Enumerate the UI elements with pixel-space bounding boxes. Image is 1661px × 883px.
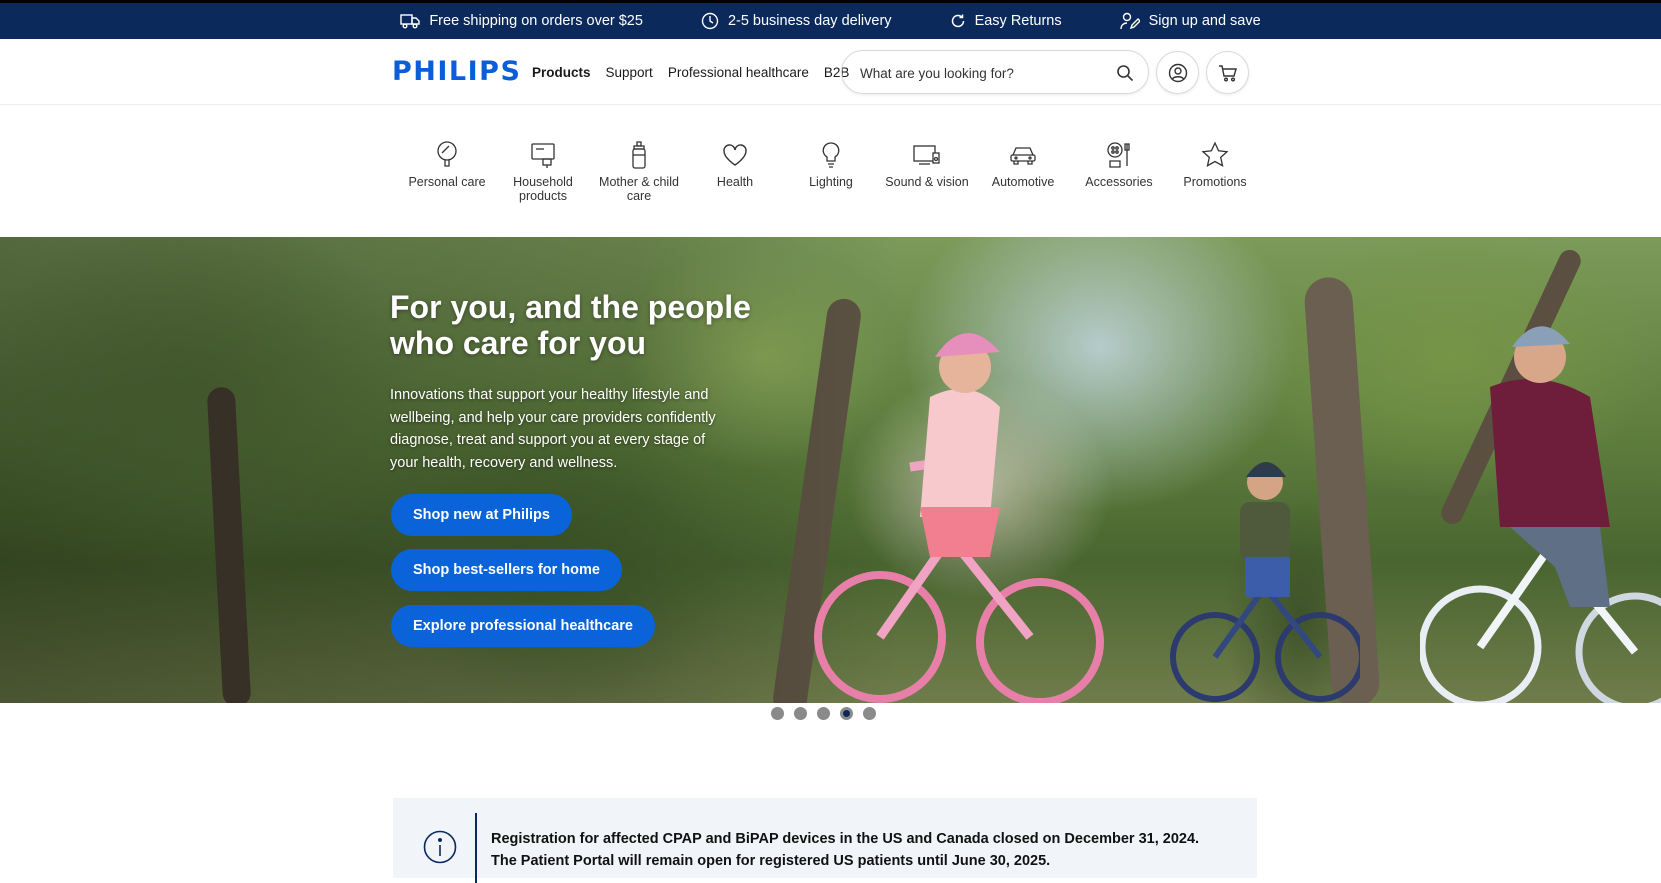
shop-new-button[interactable]: Shop new at Philips xyxy=(391,494,572,536)
search-box xyxy=(841,50,1149,94)
promo-item-delivery[interactable]: 2-5 business day delivery xyxy=(701,12,892,30)
cart-button[interactable] xyxy=(1206,51,1249,94)
category-label: Accessories xyxy=(1085,175,1153,189)
hero-title: For you, and the people who care for you xyxy=(390,289,751,361)
category-mother-child-care[interactable]: Mother & child care xyxy=(591,140,687,203)
category-personal-care[interactable]: Personal care xyxy=(399,140,495,203)
notice-text: Registration for affected CPAP and BiPAP… xyxy=(491,828,1251,872)
shaver-icon xyxy=(432,140,462,170)
account-button[interactable] xyxy=(1156,51,1199,94)
search-icon[interactable] xyxy=(1116,64,1134,82)
hero-banner: For you, and the people who care for you… xyxy=(0,237,1661,703)
site-header: PHILIPS Products Support Professional he… xyxy=(0,39,1661,105)
category-label: Automotive xyxy=(991,175,1055,189)
signup-icon xyxy=(1119,12,1140,30)
tv-icon xyxy=(912,140,942,170)
woman-on-bike-image xyxy=(1420,326,1661,703)
category-label: Lighting xyxy=(809,175,853,189)
category-lighting[interactable]: Lighting xyxy=(783,140,879,203)
carousel-dot-5[interactable] xyxy=(863,707,876,720)
main-nav: Products Support Professional healthcare… xyxy=(532,65,849,80)
carousel-dot-3[interactable] xyxy=(817,707,830,720)
nav-products[interactable]: Products xyxy=(532,65,591,80)
user-icon xyxy=(1168,63,1187,82)
nav-support[interactable]: Support xyxy=(606,65,653,80)
notice-divider xyxy=(475,813,477,883)
shop-best-sellers-button[interactable]: Shop best-sellers for home xyxy=(391,549,622,591)
boy-on-bike-image xyxy=(1170,462,1360,702)
promo-label: Free shipping on orders over $25 xyxy=(429,13,643,29)
category-accessories[interactable]: Accessories xyxy=(1071,140,1167,203)
bulb-icon xyxy=(816,140,846,170)
category-promotions[interactable]: Promotions xyxy=(1167,140,1263,203)
category-label: Mother & child care xyxy=(599,175,679,203)
heart-icon xyxy=(720,140,750,170)
hero-description: Innovations that support your healthy li… xyxy=(390,387,716,471)
category-label: Household products xyxy=(513,175,573,203)
carousel-dots xyxy=(771,707,876,720)
promo-label: Sign up and save xyxy=(1148,13,1261,29)
cart-icon xyxy=(1218,64,1237,81)
philips-logo[interactable]: PHILIPS xyxy=(392,56,521,87)
carousel-dot-4[interactable] xyxy=(840,707,853,720)
search-input[interactable] xyxy=(860,63,1100,83)
truck-icon xyxy=(400,14,421,29)
promo-item-shipping[interactable]: Free shipping on orders over $25 xyxy=(400,13,643,29)
category-label: Personal care xyxy=(408,175,486,189)
appliance-icon xyxy=(528,140,558,170)
star-icon xyxy=(1200,140,1230,170)
recall-notice: Registration for affected CPAP and BiPAP… xyxy=(393,798,1257,883)
category-sound-vision[interactable]: Sound & vision xyxy=(879,140,975,203)
carousel-dot-2[interactable] xyxy=(794,707,807,720)
accessories-icon xyxy=(1104,140,1134,170)
promo-label: Easy Returns xyxy=(974,13,1062,29)
clock-icon xyxy=(701,12,719,30)
notice-line-2: The Patient Portal will remain open for … xyxy=(491,853,1051,869)
car-icon xyxy=(1008,140,1038,170)
promo-item-signup[interactable]: Sign up and save xyxy=(1119,12,1261,30)
category-automotive[interactable]: Automotive xyxy=(975,140,1071,203)
category-label: Promotions xyxy=(1183,175,1247,189)
category-nav: Personal care Household products Mother … xyxy=(399,140,1263,203)
girl-on-bike-image xyxy=(814,333,1104,703)
baby-bottle-icon xyxy=(624,140,654,170)
category-label: Sound & vision xyxy=(885,175,969,189)
category-health[interactable]: Health xyxy=(687,140,783,203)
category-label: Health xyxy=(716,175,754,189)
notice-line-1: Registration for affected CPAP and BiPAP… xyxy=(491,831,1200,847)
carousel-dot-1[interactable] xyxy=(771,707,784,720)
nav-professional-healthcare[interactable]: Professional healthcare xyxy=(668,65,809,80)
explore-professional-healthcare-button[interactable]: Explore professional healthcare xyxy=(391,605,655,647)
refresh-icon xyxy=(951,14,964,28)
promo-label: 2-5 business day delivery xyxy=(727,13,892,29)
promo-item-returns[interactable]: Easy Returns xyxy=(950,13,1062,29)
category-household-products[interactable]: Household products xyxy=(495,140,591,203)
info-icon xyxy=(423,830,457,864)
promo-bar: Free shipping on orders over $25 2-5 bus… xyxy=(0,0,1661,39)
